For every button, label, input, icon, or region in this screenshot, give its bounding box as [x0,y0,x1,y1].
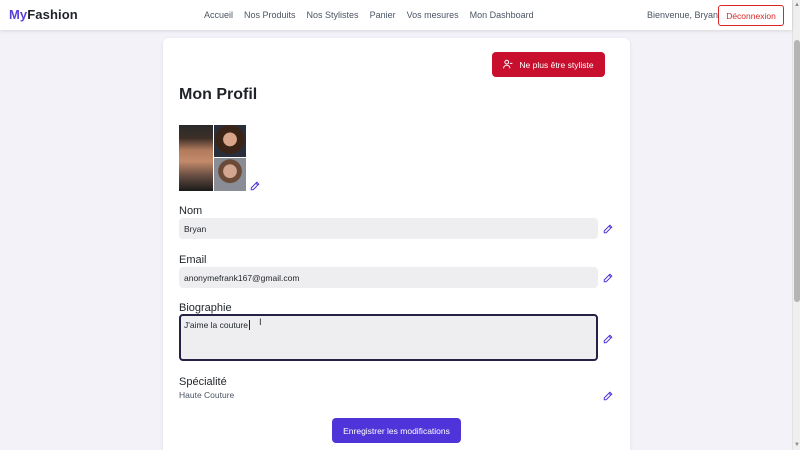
nav-link-produits[interactable]: Nos Produits [244,10,296,20]
stop-stylist-button[interactable]: Ne plus être styliste [492,52,605,77]
nav-link-stylistes[interactable]: Nos Stylistes [307,10,359,20]
stop-stylist-label: Ne plus être styliste [519,59,594,70]
nom-label: Nom [179,205,203,217]
brand-fashion: Fashion [27,7,78,22]
email-input[interactable]: anonymefrank167@gmail.com [179,267,598,288]
brand-logo[interactable]: MyFashion [9,7,78,22]
scroll-up-arrow-icon[interactable]: ▲ [794,1,800,9]
edit-specialite-pencil-icon[interactable] [603,391,613,401]
nav-link-mesures[interactable]: Vos mesures [407,10,459,20]
ibeam-cursor-icon: I [259,318,262,328]
nav-links: Accueil Nos Produits Nos Stylistes Panie… [204,10,545,20]
specialite-value: Haute Couture [179,390,235,400]
avatar [179,125,246,191]
edit-email-pencil-icon[interactable] [603,273,613,283]
email-label: Email [179,254,207,266]
avatar-photo-bottom-right [214,158,246,191]
nav-link-dashboard[interactable]: Mon Dashboard [470,10,534,20]
specialite-label: Spécialité [179,376,227,388]
nom-input[interactable]: Bryan [179,218,598,239]
edit-avatar-pencil-icon[interactable] [250,181,260,191]
nav-link-accueil[interactable]: Accueil [204,10,233,20]
page-title: Mon Profil [179,86,258,103]
avatar-photo-main [179,125,213,191]
page-scrollbar[interactable]: ▲ ▼ [792,0,800,450]
navbar: MyFashion Accueil Nos Produits Nos Styli… [0,0,792,30]
text-caret [249,320,250,330]
logout-button[interactable]: Déconnexion [718,5,784,26]
edit-biographie-pencil-icon[interactable] [603,334,613,344]
edit-nom-pencil-icon[interactable] [603,224,613,234]
scroll-down-arrow-icon[interactable]: ▼ [794,441,800,449]
biographie-value: J'aime la couture [184,320,248,330]
biographie-label: Biographie [179,302,232,314]
email-value: anonymefrank167@gmail.com [184,272,300,283]
save-button[interactable]: Enregistrer les modifications [332,418,461,443]
nom-value: Bryan [184,223,207,234]
brand-my: My [9,7,28,22]
avatar-photo-top-right [214,125,246,157]
biographie-textarea[interactable]: J'aime la couture [179,314,598,361]
nav-link-panier[interactable]: Panier [370,10,396,20]
scroll-thumb[interactable] [794,40,800,302]
welcome-text: Bienvenue, Bryan [647,10,719,20]
user-minus-icon [503,59,513,71]
